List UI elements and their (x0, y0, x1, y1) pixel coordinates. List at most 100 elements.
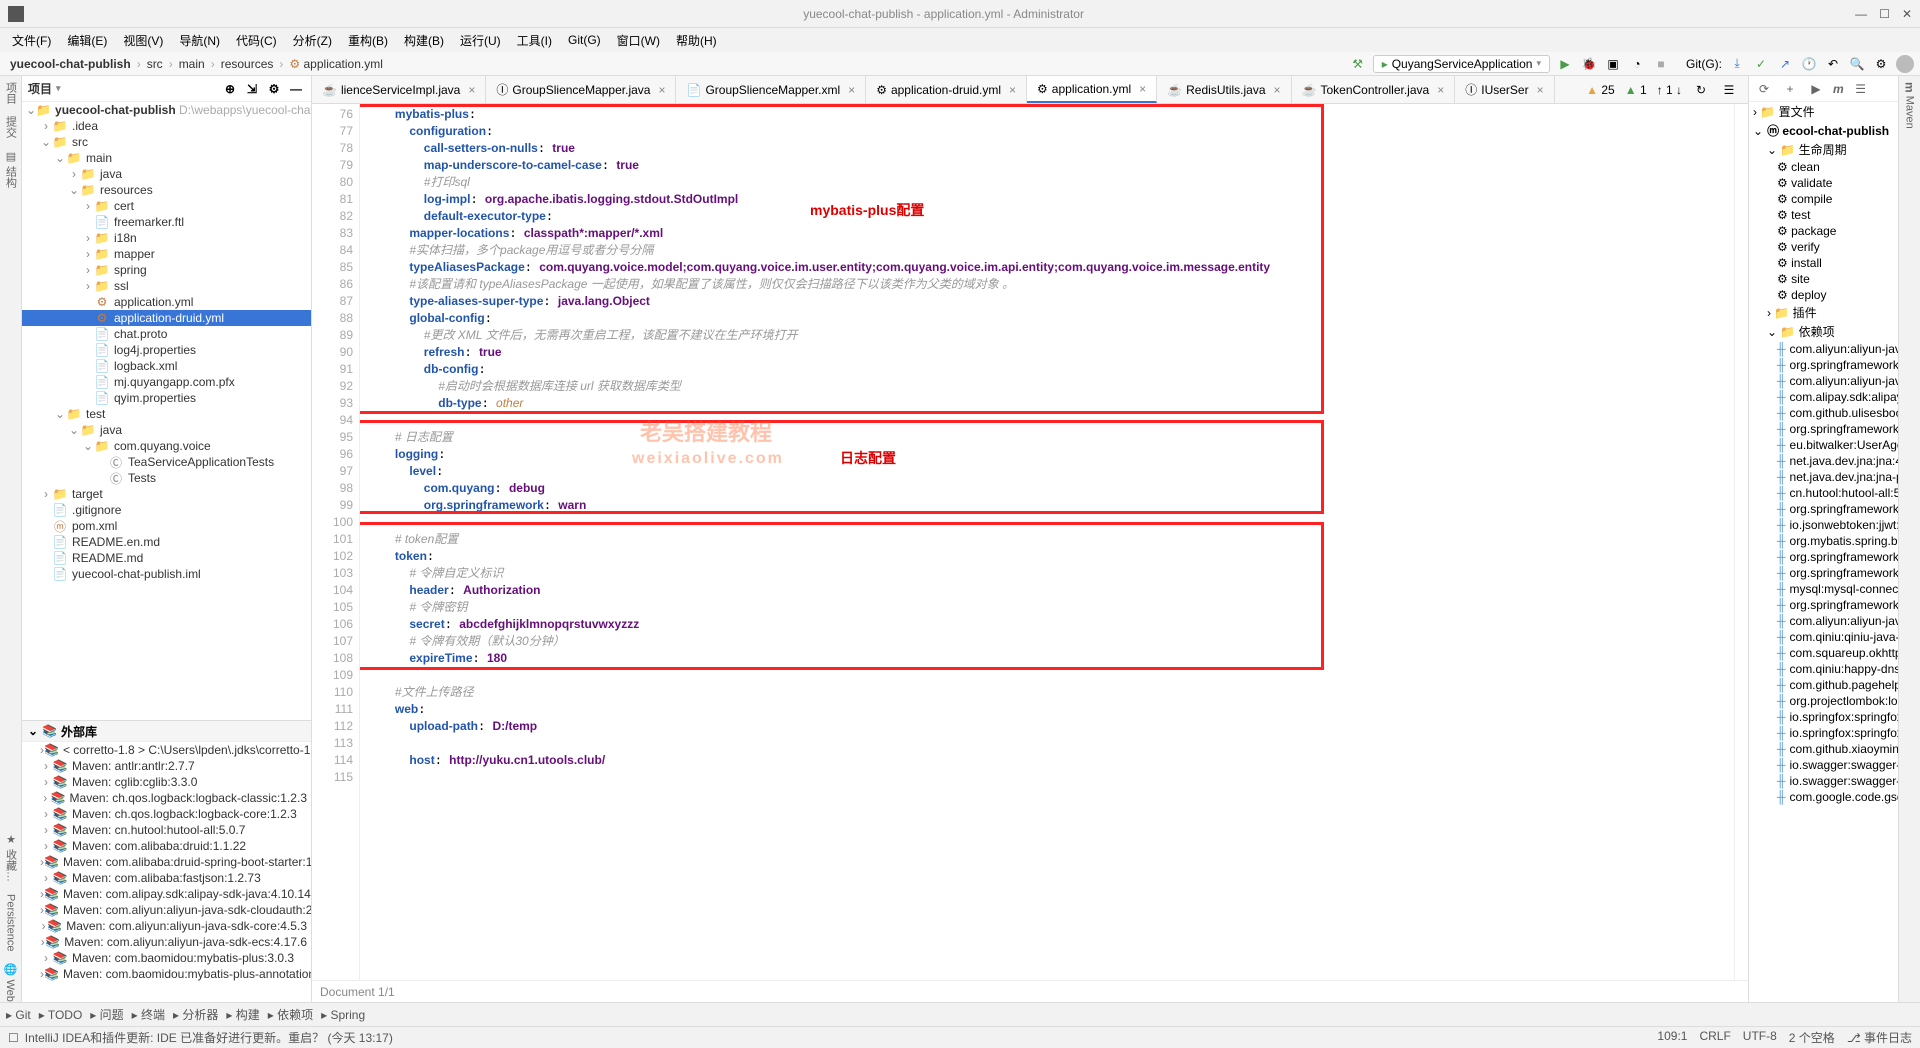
external-libs-header[interactable]: ⌄📚外部库 (22, 720, 311, 742)
menu-item[interactable]: 工具(I) (511, 30, 558, 51)
structure-tool-tab[interactable]: ▤ 结构 (3, 150, 19, 188)
maven-goal[interactable]: ⚙ compile (1749, 191, 1898, 207)
maven-plugins[interactable]: › 📁 插件 (1749, 303, 1898, 322)
maven-dep[interactable]: ╫ com.qiniu:happy-dns-java:0 (1749, 661, 1898, 677)
bottom-tool-终端[interactable]: ▸ 终端 (132, 1006, 165, 1023)
search-icon[interactable]: 🔍 (1848, 55, 1866, 73)
git-commit-icon[interactable]: ✓ (1752, 55, 1770, 73)
tree-item[interactable]: ⌄📁com.quyang.voice (22, 438, 311, 454)
menu-item[interactable]: 导航(N) (173, 30, 226, 51)
maven-dep[interactable]: ╫ com.aliyun:aliyun-java-sdk- (1749, 341, 1898, 357)
external-libs-tree[interactable]: ›📚< corretto-1.8 > C:\Users\lpden\.jdks\… (22, 742, 311, 1002)
editor-tab[interactable]: ☕TokenController.java× (1292, 76, 1456, 103)
menu-item[interactable]: 代码(C) (230, 30, 283, 51)
crumb-file[interactable]: ⚙ application.yml (285, 55, 386, 73)
close-tab-icon[interactable]: × (1274, 83, 1281, 97)
tree-item[interactable]: ⌄📁java (22, 422, 311, 438)
select-opened-icon[interactable]: ⊕ (221, 80, 239, 98)
menu-item[interactable]: Git(G) (562, 31, 607, 49)
minimap[interactable] (1734, 104, 1748, 980)
close-icon[interactable]: ✕ (1902, 7, 1912, 21)
tree-item[interactable]: ›📚Maven: com.baomidou:mybatis-plus:3.0.3 (22, 950, 311, 966)
project-tool-tab[interactable]: 项目 (3, 82, 19, 104)
tree-item[interactable]: ›📁ssl (22, 278, 311, 294)
tree-item[interactable]: 📄README.en.md (22, 534, 311, 550)
tree-item[interactable]: ›📁.idea (22, 118, 311, 134)
close-tab-icon[interactable]: × (658, 83, 665, 97)
bottom-tool-问题[interactable]: ▸ 问题 (90, 1006, 123, 1023)
tree-item[interactable]: ›📚Maven: com.baomidou:mybatis-plus-annot… (22, 966, 311, 982)
git-branch[interactable]: ⎇ 事件日志 (1847, 1029, 1912, 1046)
tree-item[interactable]: ⓜpom.xml (22, 518, 311, 534)
avatar-icon[interactable] (1896, 55, 1914, 73)
crumb-main[interactable]: main (175, 55, 209, 73)
maven-dep[interactable]: ╫ org.springframework.boot (1749, 549, 1898, 565)
maximize-icon[interactable]: ☐ (1879, 7, 1890, 21)
tree-item[interactable]: ›📁i18n (22, 230, 311, 246)
bottom-tool-Git[interactable]: ▸ Git (6, 1008, 31, 1022)
editor-tab[interactable]: ⒾIUserSer× (1455, 76, 1554, 103)
close-tab-icon[interactable]: × (1437, 83, 1444, 97)
tree-item[interactable]: ›📚Maven: com.alibaba:druid-spring-boot-s… (22, 854, 311, 870)
maven-deps[interactable]: ⌄ 📁 依赖项 (1749, 322, 1898, 341)
tree-item[interactable]: ›📚Maven: com.alibaba:druid:1.1.22 (22, 838, 311, 854)
maven-dep[interactable]: ╫ com.alipay.sdk:alipay-sdk-j (1749, 389, 1898, 405)
tree-item[interactable]: ›📚Maven: com.aliyun:aliyun-java-sdk-core… (22, 918, 311, 934)
maven-dep[interactable]: ╫ io.jsonwebtoken:jjwt:0.9.1 (1749, 517, 1898, 533)
encoding[interactable]: UTF-8 (1743, 1029, 1777, 1046)
editor-tab[interactable]: 📄GroupSlienceMapper.xml× (676, 76, 866, 103)
maven-dep[interactable]: ╫ com.github.pagehelper:pag (1749, 677, 1898, 693)
stop-icon[interactable]: ■ (1652, 55, 1670, 73)
menu-item[interactable]: 重构(B) (342, 30, 394, 51)
run-icon[interactable]: ▶ (1556, 55, 1574, 73)
editor-split-icon[interactable]: ☰ (1720, 81, 1738, 99)
close-tab-icon[interactable]: × (848, 83, 855, 97)
hide-panel-icon[interactable]: — (287, 80, 305, 98)
profile-icon[interactable]: ◔ (1628, 55, 1646, 73)
close-tab-icon[interactable]: × (468, 83, 475, 97)
menu-item[interactable]: 文件(F) (6, 30, 57, 51)
bottom-tool-Spring[interactable]: ▸ Spring (321, 1008, 365, 1022)
maven-add-icon[interactable]: + (1781, 80, 1799, 98)
maven-goal[interactable]: ⚙ validate (1749, 175, 1898, 191)
tree-item[interactable]: ⒸTeaServiceApplicationTests (22, 454, 311, 470)
menu-item[interactable]: 帮助(H) (670, 30, 723, 51)
commit-tool-tab[interactable]: 提交 (3, 116, 19, 138)
tree-item[interactable]: ›📁target (22, 486, 311, 502)
tree-item[interactable]: ⒸTests (22, 470, 311, 486)
inspect-up-badge[interactable]: ↑ 1 ↓ (1657, 83, 1682, 97)
editor-sync-icon[interactable]: ↻ (1692, 81, 1710, 99)
bottom-tool-分析器[interactable]: ▸ 分析器 (173, 1006, 218, 1023)
inspect-warn-badge[interactable]: ▲ 25 (1586, 83, 1615, 97)
maven-tree[interactable]: › 📁 置文件⌄ ⓜ ecool-chat-publish⌄ 📁 生命周期⚙ c… (1749, 102, 1898, 1002)
tree-item[interactable]: ›📚Maven: cn.hutool:hutool-all:5.0.7 (22, 822, 311, 838)
maven-dep[interactable]: ╫ io.springfox:springfox-swa (1749, 725, 1898, 741)
maven-dep[interactable]: ╫ org.mybatis.spring.boot:my (1749, 533, 1898, 549)
tree-item[interactable]: ⌄📁src (22, 134, 311, 150)
maven-dep[interactable]: ╫ com.qiniu:qiniu-java-sdk:7. (1749, 629, 1898, 645)
menu-item[interactable]: 视图(V) (117, 30, 169, 51)
maven-config-files[interactable]: › 📁 置文件 (1749, 102, 1898, 121)
maven-goal[interactable]: ⚙ verify (1749, 239, 1898, 255)
tree-item[interactable]: 📄.gitignore (22, 502, 311, 518)
tree-item[interactable]: 📄chat.proto (22, 326, 311, 342)
maven-goal[interactable]: ⚙ deploy (1749, 287, 1898, 303)
menu-item[interactable]: 构建(B) (398, 30, 450, 51)
tree-item[interactable]: 📄yuecool-chat-publish.iml (22, 566, 311, 582)
maven-dep[interactable]: ╫ com.github.xiaoymin:swagg (1749, 741, 1898, 757)
maven-more-icon[interactable]: ☰ (1852, 80, 1870, 98)
tree-item[interactable]: ⌄📁test (22, 406, 311, 422)
expand-all-icon[interactable]: ⇲ (243, 80, 261, 98)
maven-dep[interactable]: ╫ eu.bitwalker:UserAgentUtils (1749, 437, 1898, 453)
maven-goal[interactable]: ⚙ test (1749, 207, 1898, 223)
menu-item[interactable]: 窗口(W) (611, 30, 666, 51)
maven-dep[interactable]: ╫ com.google.code.gson:gso (1749, 789, 1898, 805)
collapse-all-icon[interactable]: ⚙ (265, 80, 283, 98)
maven-reload-icon[interactable]: ⟳ (1755, 80, 1773, 98)
maven-dep[interactable]: ╫ com.squareup.okhttp3:okh (1749, 645, 1898, 661)
code-area[interactable]: mybatis-plus: configuration: call-setter… (360, 104, 1734, 980)
tree-item[interactable]: ›📚Maven: com.aliyun:aliyun-java-sdk-ecs:… (22, 934, 311, 950)
editor-body[interactable]: 7677787980818283848586878889909192939495… (312, 104, 1748, 980)
maven-dep[interactable]: ╫ org.springframework.restd (1749, 565, 1898, 581)
editor-tab[interactable]: ☕RedisUtils.java× (1157, 76, 1291, 103)
